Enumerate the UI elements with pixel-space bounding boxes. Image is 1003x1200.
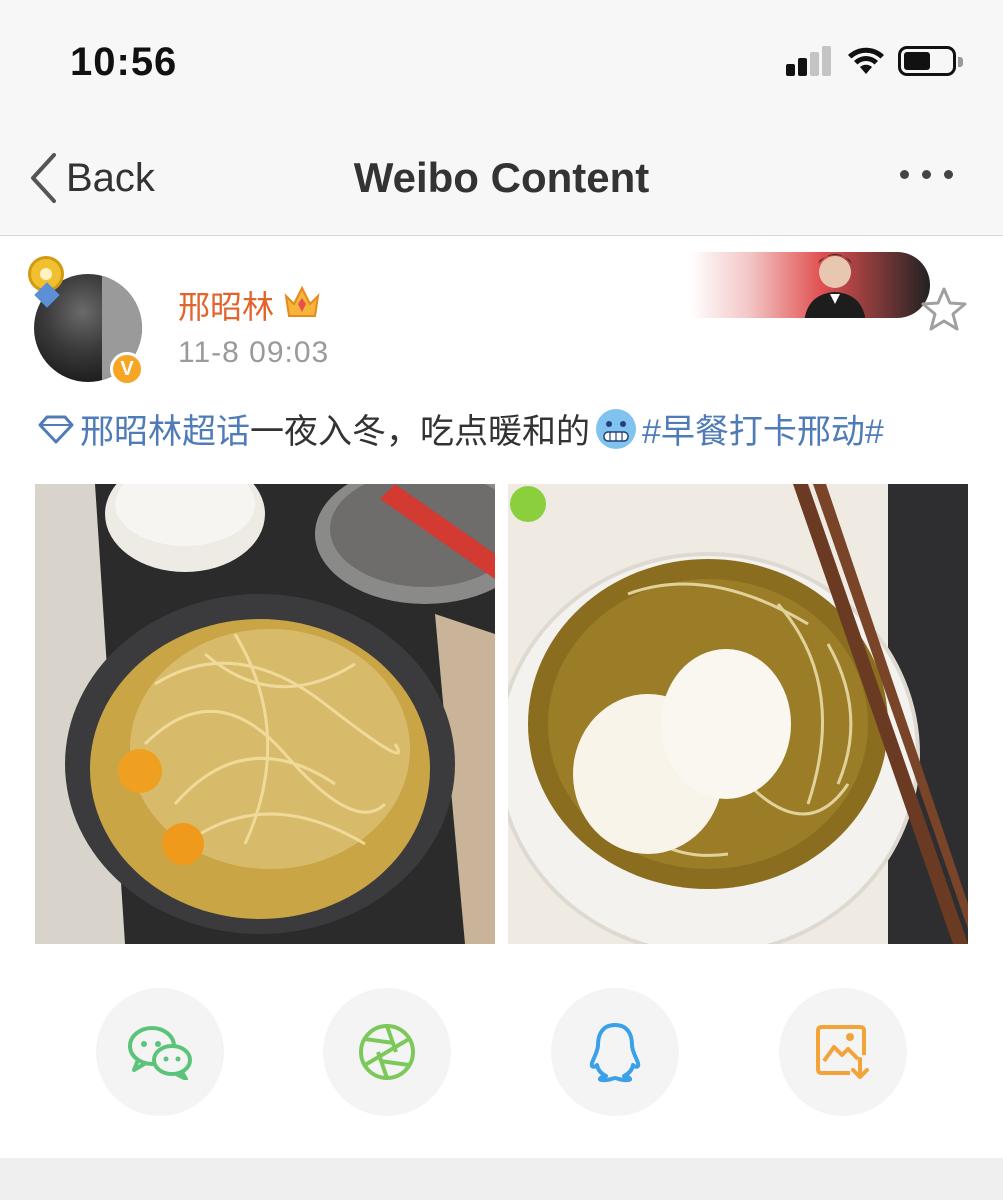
share-moments-button[interactable]: [323, 988, 451, 1116]
share-qq-button[interactable]: [551, 988, 679, 1116]
bottom-bar: [0, 1158, 1003, 1200]
freezing-face-icon: [596, 408, 636, 449]
supertopic-label: 邢昭林超话: [80, 413, 250, 451]
wechat-icon: [128, 1026, 192, 1080]
cellular-signal-icon: [786, 46, 832, 76]
save-image-button[interactable]: [779, 988, 907, 1116]
qq-icon: [589, 1023, 641, 1083]
noodles-in-bowl-photo[interactable]: [508, 484, 968, 944]
status-bar: 10:56: [0, 0, 1003, 120]
hashtag-link[interactable]: #早餐打卡邢动#: [642, 404, 884, 453]
share-wechat-button[interactable]: [96, 988, 224, 1116]
wifi-icon: [848, 47, 884, 74]
save-image-icon: [816, 1025, 869, 1079]
battery-icon: [898, 46, 963, 76]
diamond-icon: [38, 415, 74, 443]
verified-badge-icon: V: [110, 352, 144, 386]
page-title: Weibo Content: [353, 154, 650, 201]
noodles-in-pan-photo[interactable]: [35, 484, 495, 944]
supertopic-link[interactable]: 邢昭林超话: [38, 404, 250, 453]
post-timestamp: 11-8 09:03: [178, 336, 330, 369]
avatar[interactable]: V: [28, 256, 148, 386]
favorite-star-icon[interactable]: [920, 286, 968, 332]
status-time: 10:56: [70, 40, 178, 84]
decoration-card-banner[interactable]: [690, 252, 930, 318]
post-body: 邢昭林超话 一夜入冬，吃点暖和的 #早餐打卡邢动#: [38, 404, 884, 453]
navigation-bar: Back Weibo Content: [0, 120, 1003, 236]
post-text: 一夜入冬，吃点暖和的: [250, 413, 590, 451]
more-options-button[interactable]: [900, 170, 953, 179]
username[interactable]: 邢昭林: [178, 282, 274, 328]
moments-icon: [359, 1024, 415, 1080]
more-dots-icon: [900, 170, 909, 179]
crown-icon: [284, 285, 320, 317]
person-figure-icon: [804, 254, 866, 318]
